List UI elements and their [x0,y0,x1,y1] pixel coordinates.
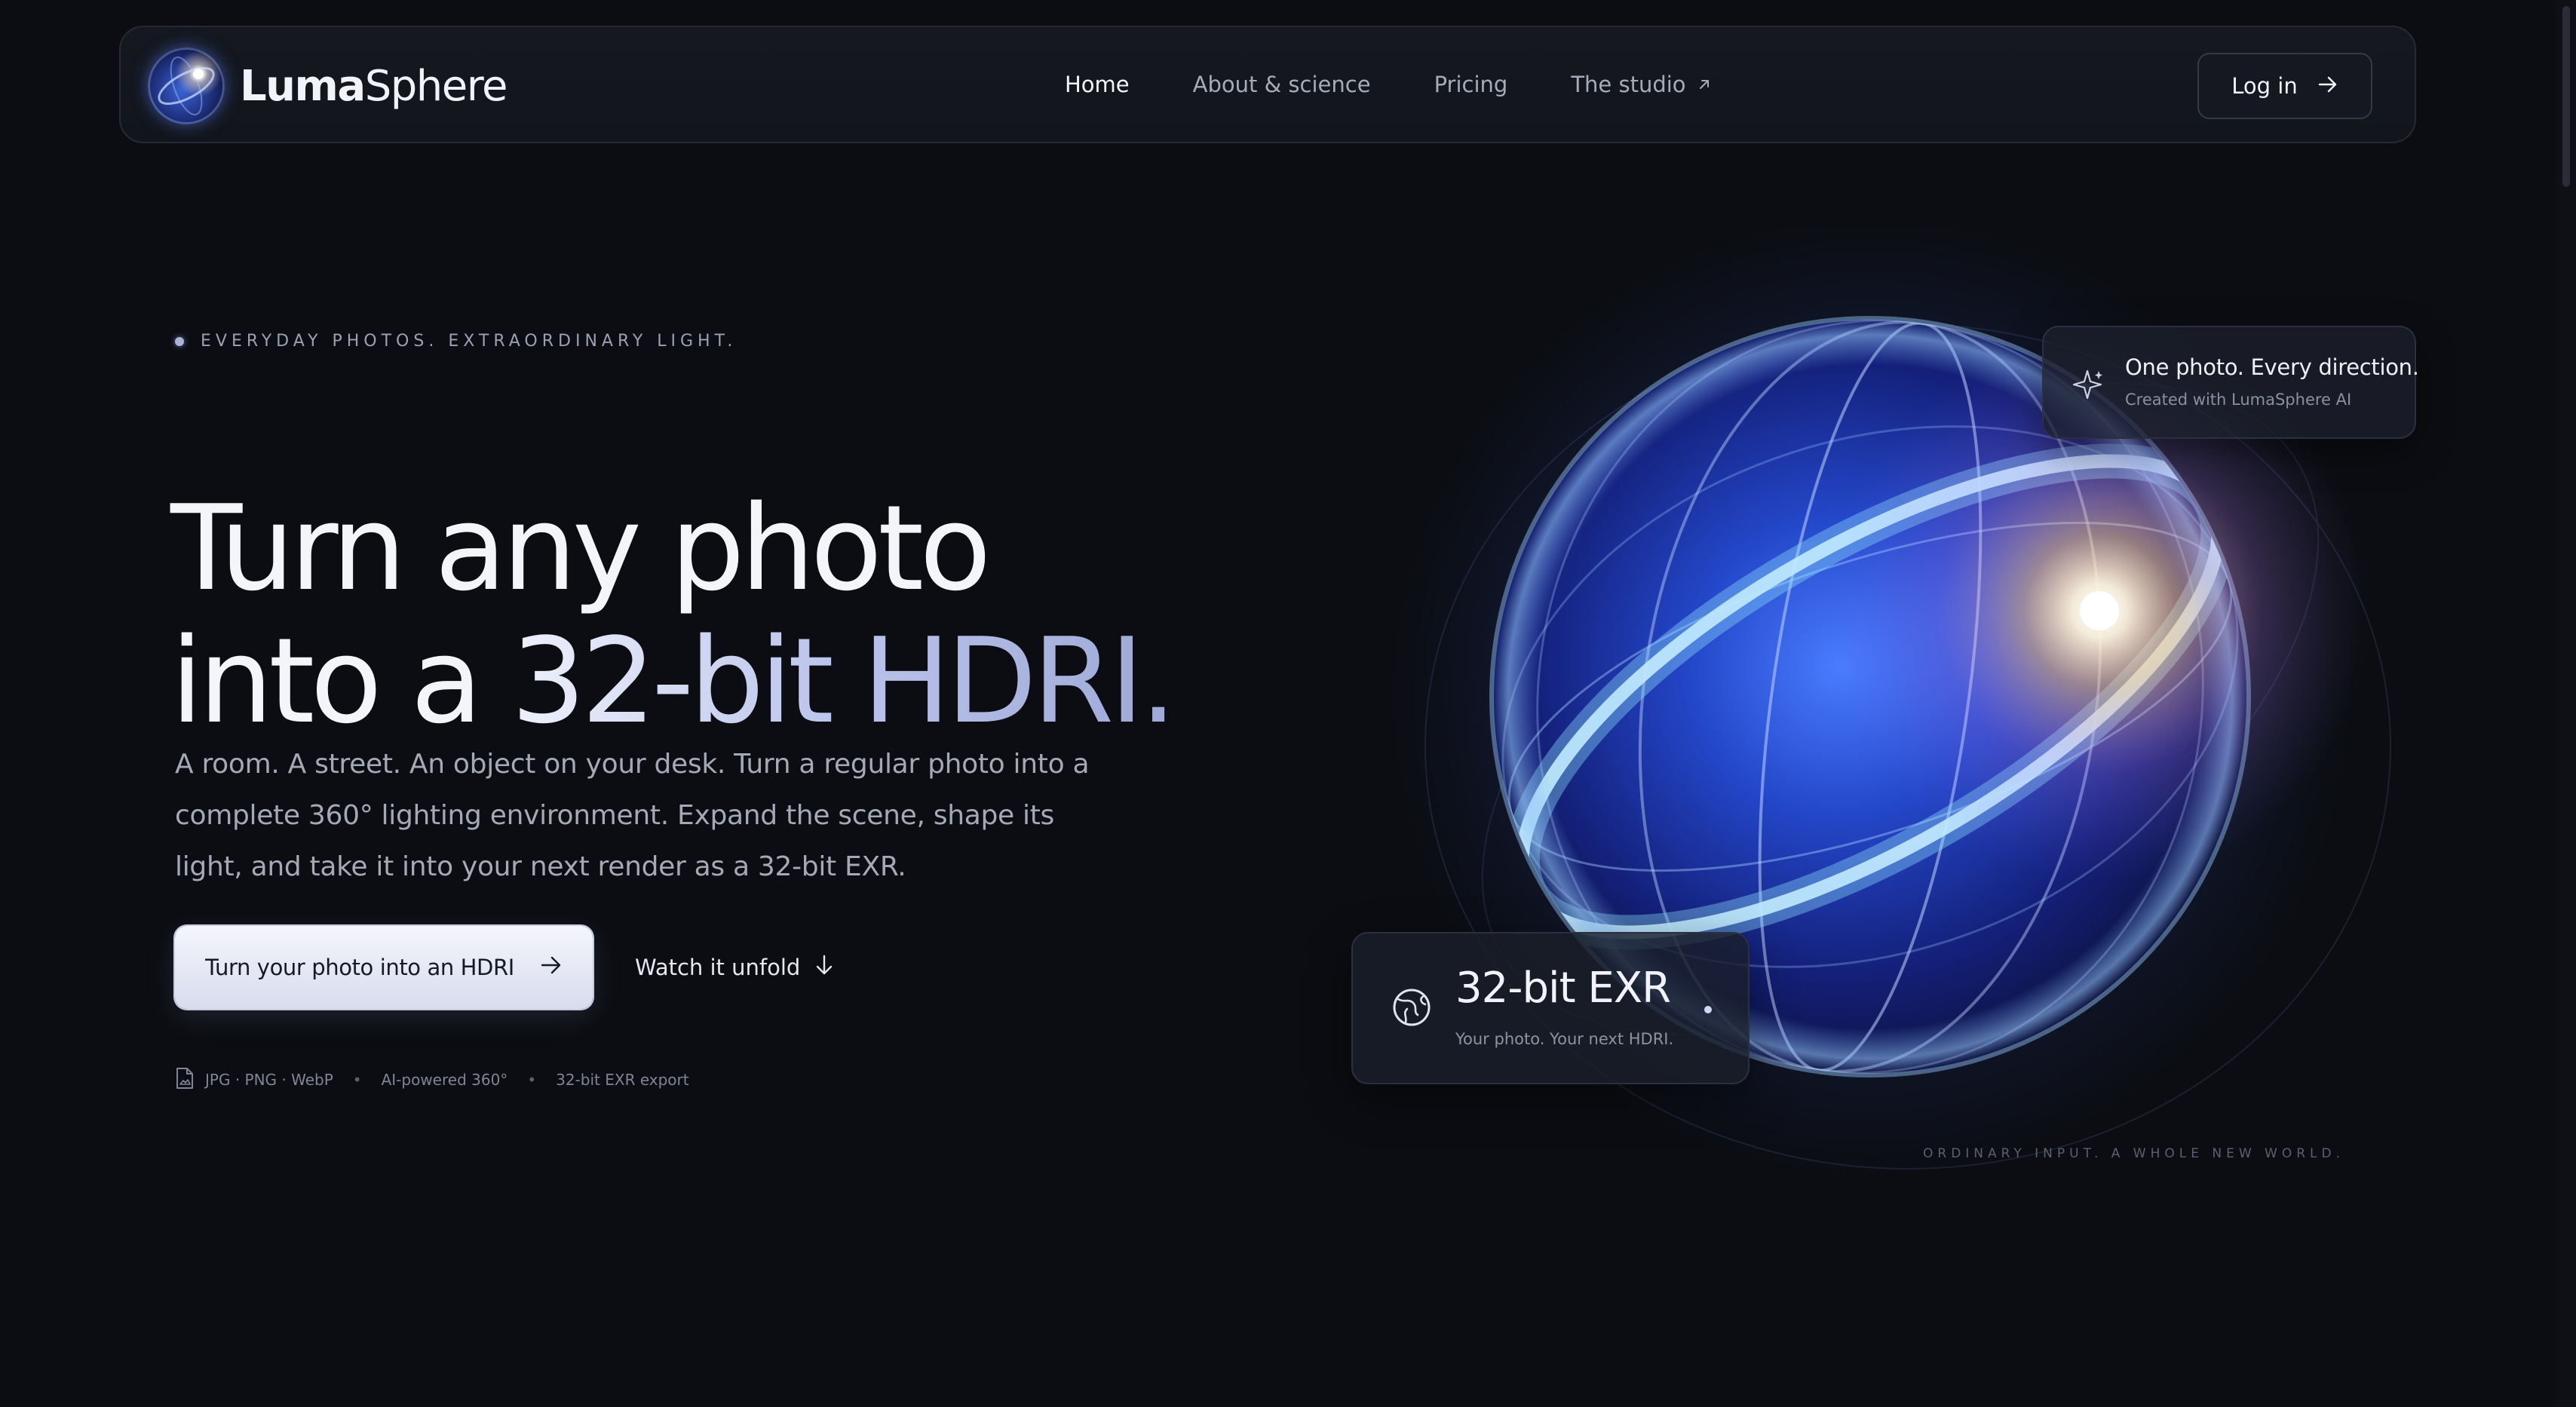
nav-link-about-label: About & science [1192,72,1371,97]
headline-line-2-plain: into a [170,612,511,749]
hero-headline: Turn any photo into a 32-bit HDRI. [170,482,1211,747]
navbar: LumaSphere Home About & science Pricing … [119,26,2416,143]
file-image-icon [175,1067,195,1093]
nav-link-about[interactable]: About & science [1193,72,1371,97]
visual-tagline: ORDINARY INPUT. A WHOLE NEW WORLD. [1923,1146,2345,1161]
nav-link-pricing[interactable]: Pricing [1434,72,1508,97]
page: LumaSphere Home About & science Pricing … [0,0,2576,1407]
sparkle-icon [2072,368,2105,404]
hero-visual: One photo. Every direction. Created with… [1327,226,2419,1191]
nav-link-home-label: Home [1065,72,1130,97]
globe-icon [1391,986,1433,1031]
feature-ai: AI-powered 360° [381,1071,508,1089]
nav-link-studio[interactable]: The studio [1571,72,1711,97]
brand[interactable]: LumaSphere [148,47,508,125]
watch-it-unfold-link[interactable]: Watch it unfold [635,926,833,1009]
convert-photo-button[interactable]: Turn your photo into an HDRI [175,926,593,1009]
arrow-down-icon [815,954,833,982]
logo-icon [148,48,225,124]
badge-title: One photo. Every direction. [2125,354,2419,380]
brand-name: LumaSphere [240,61,508,111]
exr-format-card: 32-bit EXR Your photo. Your next HDRI. [1351,932,1750,1084]
feature-exr: 32-bit EXR export [556,1071,689,1089]
feature-separator: • [352,1071,362,1089]
brand-name-bold: Luma [240,61,366,111]
nav-link-home[interactable]: Home [1065,72,1130,97]
exr-subtitle: Your photo. Your next HDRI. [1455,1030,1674,1048]
headline-accent: 32-bit HDRI. [511,612,1177,749]
main-nav: Home About & science Pricing The studio [1065,27,1712,142]
hero-description: A room. A street. An object on your desk… [175,749,1090,882]
headline-line-2: into a 32-bit HDRI. [170,615,1211,747]
headline-line-1: Turn any photo [170,479,992,617]
arrow-right-icon [2317,73,2338,99]
eyebrow-dot-icon [175,336,184,346]
nav-link-pricing-label: Pricing [1434,72,1508,97]
brand-name-light: Sphere [364,61,508,111]
nav-link-studio-label: The studio [1571,72,1686,97]
hero-eyebrow-text: EVERYDAY PHOTOS. EXTRAORDINARY LIGHT. [201,332,738,351]
login-label: Log in [2231,73,2298,99]
ai-badge-card: One photo. Every direction. Created with… [2042,326,2419,439]
arrow-right-icon [540,955,563,980]
login-button[interactable]: Log in [2197,53,2372,119]
hero-eyebrow: EVERYDAY PHOTOS. EXTRAORDINARY LIGHT. [175,332,737,351]
status-dot [1704,1006,1712,1013]
badge-subtitle: Created with LumaSphere AI [2125,391,2352,409]
scrollbar-thumb[interactable] [2562,6,2570,187]
exr-title: 32-bit EXR [1455,964,1671,1013]
feature-list: JPG · PNG · WebP • AI-powered 360° • 32-… [175,1066,689,1093]
feature-separator: • [527,1071,537,1089]
convert-photo-label: Turn your photo into an HDRI [205,955,514,980]
feature-formats: JPG · PNG · WebP [205,1071,333,1089]
scrollbar[interactable] [2555,0,2576,1407]
watch-it-unfold-label: Watch it unfold [635,955,801,980]
external-link-icon [1697,72,1712,97]
